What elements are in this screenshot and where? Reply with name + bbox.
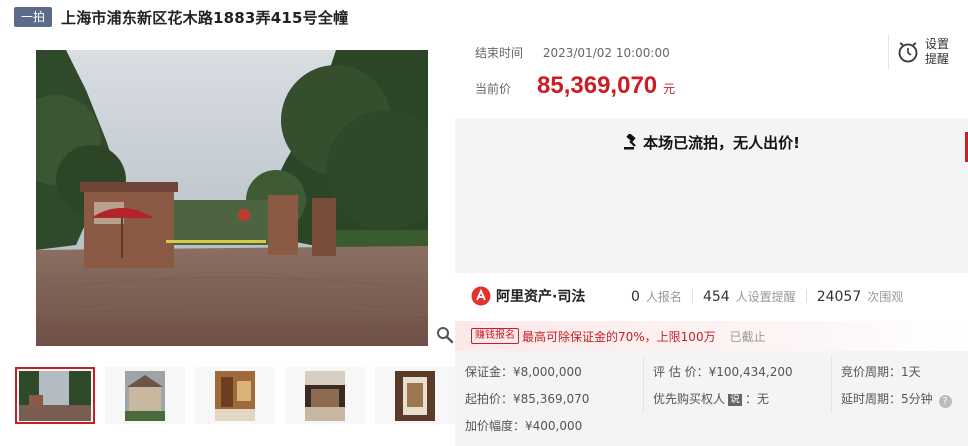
status-panel: 本场已流拍，无人出价!	[455, 118, 968, 273]
thumbnail-villa-exterior[interactable]	[105, 367, 185, 424]
priority-info: 优先购买权人说：无	[653, 390, 769, 407]
promo-bar: 赚钱报名 最高可除保证金的70%，上限100万 已截止	[455, 321, 968, 351]
promo-text: 最高可除保证金的70%，上限100万	[522, 329, 716, 344]
ali-assets-icon	[471, 286, 491, 306]
thumbnail-interior-hall[interactable]	[195, 367, 275, 424]
current-price-value: 85,369,070	[537, 72, 658, 99]
start-price-value: ¥85,369,070	[513, 392, 590, 406]
help-icon[interactable]: ?	[938, 395, 952, 408]
current-price-row: 当前价 85,369,070 元	[475, 72, 675, 100]
end-time-value: 2023/01/02 10:00:00	[542, 46, 670, 60]
deposit-value: ¥8,000,000	[513, 365, 582, 379]
cycle-value: 1天	[901, 365, 921, 379]
delay-info: 延时周期：5分钟?	[841, 390, 952, 408]
set-reminder-button[interactable]: 设置提醒	[888, 34, 958, 70]
priority-label: 优先购买权人	[653, 392, 726, 406]
main-photo[interactable]	[36, 50, 428, 346]
increment-value: ¥400,000	[525, 419, 583, 433]
registrations-label: 人报名	[645, 289, 682, 304]
stat-divider	[691, 289, 693, 303]
start-price-info: 起拍价：¥85,369,070	[465, 390, 589, 407]
current-price-label: 当前价	[475, 82, 512, 96]
round-badge: 一拍	[14, 7, 53, 27]
delay-label: 延时周期：	[841, 392, 902, 406]
thumbnail-interior-room[interactable]	[285, 367, 365, 424]
increment-label: 加价幅度：	[465, 419, 526, 433]
title-bar: 一拍 上海市浦东新区花木路1883弄415号全幢	[14, 6, 348, 28]
auction-status-text: 本场已流拍，无人出价!	[643, 134, 800, 152]
gavel-icon	[623, 133, 639, 154]
start-price-label: 起拍价：	[465, 392, 514, 406]
views-label: 次围观	[867, 289, 904, 304]
deposit-info: 保证金：¥8,000,000	[465, 363, 582, 380]
thumbnail-strip	[15, 367, 465, 424]
deposit-label: 保证金：	[465, 365, 514, 379]
auction-panel: 结束时间 2023/01/02 10:00:00 当前价 85,369,070 …	[455, 32, 968, 446]
thumbnail-staircase[interactable]	[375, 367, 455, 424]
views-count: 24057	[816, 288, 862, 305]
thumbnail-gate[interactable]	[15, 367, 95, 424]
ali-assets-brand: 阿里资产·司法	[496, 289, 586, 305]
current-price-unit: 元	[663, 82, 676, 96]
column-divider	[643, 357, 644, 413]
priority-value: ：无	[745, 392, 770, 406]
magnifier-icon[interactable]	[436, 326, 454, 344]
page-title: 上海市浦东新区花木路1883弄415号全幢	[61, 8, 349, 27]
column-divider	[831, 357, 832, 413]
appraisal-value: ¥100,434,200	[708, 365, 793, 379]
delay-value: 5分钟	[901, 392, 933, 406]
cycle-label: 竞价周期：	[841, 365, 902, 379]
end-time-label: 结束时间	[475, 46, 524, 60]
stat-divider	[805, 289, 807, 303]
priority-explain-badge[interactable]: 说	[728, 394, 743, 406]
reminders-label: 人设置提醒	[735, 289, 796, 304]
increment-info: 加价幅度：¥400,000	[465, 417, 582, 434]
promo-tag: 赚钱报名	[471, 328, 519, 344]
auction-info-table: 保证金：¥8,000,000 评 估 价：¥100,434,200 竞价周期：1…	[455, 351, 968, 446]
end-time-row: 结束时间 2023/01/02 10:00:00	[475, 44, 670, 61]
registrations-stat: 0 人报名	[631, 288, 682, 305]
appraisal-info: 评 估 价：¥100,434,200	[653, 363, 793, 380]
stats-bar: 阿里资产·司法 0 人报名 454 人设置提醒 24057 次围观	[455, 277, 968, 315]
reminders-stat: 454 人设置提醒	[703, 288, 796, 305]
reminders-count: 454	[702, 288, 730, 305]
registrations-count: 0	[631, 288, 640, 305]
cycle-info: 竞价周期：1天	[841, 363, 921, 380]
views-stat: 24057 次围观	[817, 288, 904, 305]
gate-photo	[36, 50, 428, 346]
set-reminder-label: 设置提醒	[925, 37, 950, 66]
appraisal-label: 评 估 价：	[653, 365, 709, 379]
alarm-clock-icon	[898, 42, 918, 63]
promo-deadline: 已截止	[729, 329, 766, 344]
auction-status: 本场已流拍，无人出价!	[455, 132, 968, 154]
ali-assets-logo: 阿里资产·司法	[471, 286, 631, 306]
